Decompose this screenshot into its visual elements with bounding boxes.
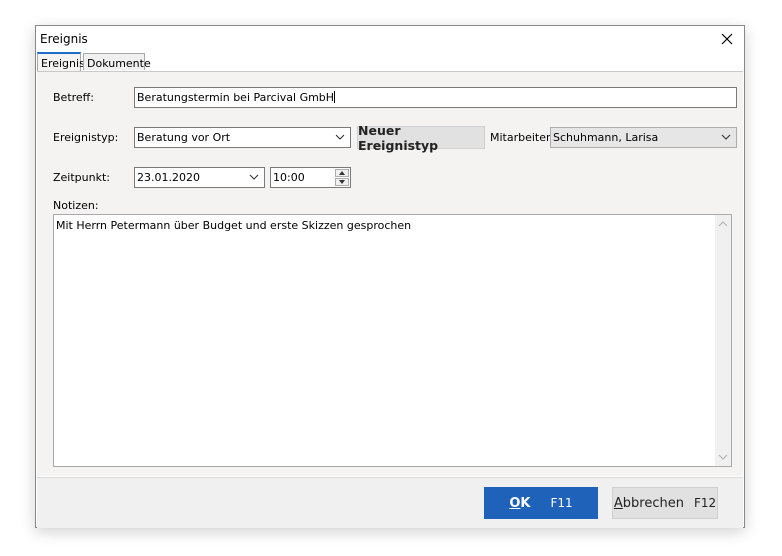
event-type-label: Ereignistyp: [53,131,119,144]
text-cursor [334,91,336,103]
scroll-up-icon[interactable] [718,220,728,228]
tab-ereignis[interactable]: Ereignis [37,52,85,72]
employee-value: Schuhmann, Larisa [553,131,659,144]
subject-value: Beratungstermin bei Parcival GmbH [137,91,335,104]
notes-textarea[interactable]: Mit Herrn Petermann über Budget und erst… [53,214,732,467]
time-value: 10:00 [273,171,305,184]
subject-label: Betreff: [53,91,94,104]
title-bar[interactable]: Ereignis [36,26,744,52]
time-spinner[interactable] [335,169,349,187]
arrow-down-icon [339,180,345,184]
employee-select[interactable]: Schuhmann, Larisa [550,127,737,148]
time-label: Zeitpunkt: [53,171,110,184]
employee-label: Mitarbeiter: [490,131,555,144]
event-type-select[interactable]: Beratung vor Ort [134,127,351,148]
cancel-button[interactable]: Abbrechen F12 [612,487,718,519]
new-event-type-label: Neuer Ereignistyp [358,122,439,153]
tab-ereignis-label: Ereignis [41,57,85,70]
new-event-type-button[interactable]: Neuer Ereignistyp [357,123,485,153]
arrow-up-icon [339,171,345,175]
dialog-window: Ereignis Ereignis Dokumente Betreff: Ber… [35,25,745,528]
time-input[interactable]: 10:00 [270,167,351,188]
cancel-shortcut: F12 [693,496,717,510]
cancel-label: Abbrechen [613,495,684,511]
chevron-down-icon [721,134,731,140]
date-value: 23.01.2020 [137,171,200,184]
event-type-value: Beratung vor Ort [137,131,231,144]
ok-label: OK [509,495,531,511]
scroll-down-icon[interactable] [718,453,728,461]
tab-dokumente-label: Dokumente [87,57,151,70]
tab-strip: Ereignis Dokumente [36,52,744,72]
spin-up-button[interactable] [335,169,349,177]
notes-label: Notizen: [53,199,99,212]
chevron-down-icon [335,134,345,140]
tab-dokumente[interactable]: Dokumente [83,53,151,70]
chevron-down-icon [249,174,259,180]
button-bar: OK F11 Abbrechen F12 [37,477,743,528]
ok-button[interactable]: OK F11 [484,487,598,519]
notes-value: Mit Herrn Petermann über Budget und erst… [56,219,412,232]
ok-shortcut: F11 [550,496,573,510]
close-button[interactable] [710,26,744,52]
form-panel: Betreff: Beratungstermin bei Parcival Gm… [37,71,743,476]
notes-scrollbar[interactable] [715,215,731,466]
spin-down-button[interactable] [335,178,349,186]
close-icon [721,33,733,45]
date-picker[interactable]: 23.01.2020 [134,167,265,188]
window-title: Ereignis [40,32,88,46]
subject-input[interactable]: Beratungstermin bei Parcival GmbH [134,87,737,108]
